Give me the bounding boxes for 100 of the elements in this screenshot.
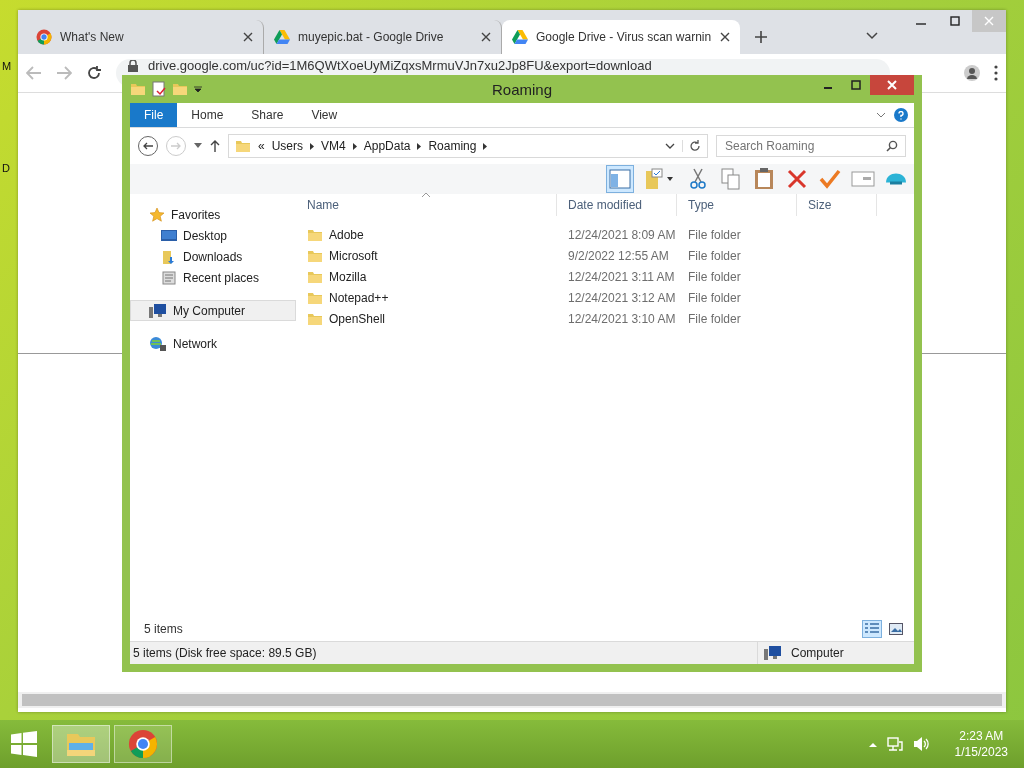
url-text: drive.google.com/uc?id=1M6QWtXoeUyMiZqxsMrmuVJn7xu2Jp8FU&export=download: [148, 59, 652, 73]
nav-label: Network: [173, 336, 217, 351]
file-name: Mozilla: [329, 269, 367, 284]
folder-check-icon: [644, 168, 674, 190]
recent-locations-icon[interactable]: [194, 143, 202, 149]
breadcrumb-arrow-icon[interactable]: [417, 142, 422, 150]
scissors-icon: [690, 168, 706, 190]
search-icon[interactable]: [886, 140, 898, 152]
ribbon-tab[interactable]: View: [297, 103, 352, 127]
search-field[interactable]: Search Roaming: [716, 135, 906, 157]
close-icon[interactable]: [481, 32, 491, 42]
help-icon[interactable]: [894, 108, 908, 122]
nav-item[interactable]: Recent places: [130, 267, 296, 288]
nav-item[interactable]: Favorites: [130, 204, 296, 225]
column-header[interactable]: Size: [797, 194, 877, 216]
file-row[interactable]: Notepad++ 12/24/2021 3:12 AM File folder: [296, 287, 914, 308]
breadcrumb-arrow-icon[interactable]: [352, 142, 357, 150]
nav-label: Desktop: [183, 228, 228, 243]
network-icon[interactable]: [886, 736, 903, 752]
horizontal-scrollbar[interactable]: [18, 692, 1006, 708]
file-menu-button[interactable]: File: [130, 103, 178, 127]
nav-item[interactable]: Downloads: [130, 246, 296, 267]
nav-item[interactable]: Network: [130, 333, 296, 354]
computer-icon: [149, 302, 167, 319]
file-name: Microsoft: [329, 248, 378, 263]
browser-tab[interactable]: Google Drive - Virus scan warnin: [502, 20, 740, 54]
tab-title: muyepic.bat - Google Drive: [298, 30, 445, 44]
view-button[interactable]: [886, 620, 906, 638]
address-bar[interactable]: « Users VM4 AppData Roaming: [228, 134, 708, 158]
close-icon: [984, 16, 994, 26]
nav-label: Recent places: [183, 270, 260, 285]
large-icons-view-icon: [889, 623, 903, 635]
column-header[interactable]: Date modified: [557, 194, 677, 216]
ribbon-tab[interactable]: Home: [177, 103, 238, 127]
star-icon: [149, 206, 165, 223]
checkmark-icon: [819, 169, 841, 189]
file-name: OpenShell: [329, 311, 386, 326]
arrow-left-icon: [143, 142, 153, 150]
maximize-icon[interactable]: [950, 16, 960, 26]
nav-label: Downloads: [183, 249, 243, 264]
column-header[interactable]: Type: [677, 194, 797, 216]
desktop-icon: [161, 228, 177, 243]
nav-label: Favorites: [171, 207, 221, 222]
drive-logo-icon: [274, 30, 290, 44]
volume-icon[interactable]: [912, 736, 931, 752]
nav-item[interactable]: Desktop: [130, 225, 296, 246]
clipboard-icon: [754, 168, 774, 190]
chevron-down-icon[interactable]: [876, 112, 886, 118]
details-view-icon: [865, 623, 879, 635]
date-modified: 12/24/2021 8:09 AM: [567, 227, 677, 242]
file-row[interactable]: Microsoft 9/2/2022 12:55 AM File folder: [296, 245, 914, 266]
breadcrumb-arrow-icon[interactable]: [310, 142, 315, 150]
file-name: Adobe: [329, 227, 364, 242]
dropdown-icon[interactable]: [194, 85, 202, 93]
up-icon[interactable]: [210, 140, 220, 152]
folder-icon: [130, 81, 146, 97]
refresh-icon[interactable]: [682, 140, 701, 152]
close-icon: [887, 80, 897, 90]
profile-icon[interactable]: [964, 65, 980, 81]
file-type: File folder: [687, 227, 742, 242]
folder-icon: [172, 81, 188, 97]
breadcrumb-item[interactable]: Users: [271, 139, 304, 153]
properties-icon[interactable]: [152, 81, 166, 97]
ribbon-tab[interactable]: Share: [237, 103, 298, 127]
download-folder-icon: [161, 248, 177, 265]
file-type: File folder: [687, 290, 742, 305]
taskbar-app[interactable]: [114, 725, 172, 763]
breadcrumb-item[interactable]: AppData: [363, 139, 411, 153]
new-tab-icon[interactable]: [754, 30, 768, 44]
file-type: File folder: [687, 248, 742, 263]
file-row[interactable]: Adobe 12/24/2021 8:09 AM File folder: [296, 224, 914, 245]
reload-icon[interactable]: [86, 65, 102, 81]
file-row[interactable]: Mozilla 12/24/2021 3:11 AM File folder: [296, 266, 914, 287]
file-row[interactable]: OpenShell 12/24/2021 3:10 AM File folder: [296, 308, 914, 329]
file-type: File folder: [687, 311, 742, 326]
desktop-icon-label[interactable]: D: [2, 162, 10, 174]
nav-item[interactable]: My Computer: [130, 300, 296, 321]
breadcrumb-item[interactable]: Roaming: [428, 139, 477, 153]
item-count: 5 items: [144, 622, 183, 636]
column-header[interactable]: Name: [296, 194, 557, 216]
date-modified: 12/24/2021 3:10 AM: [567, 311, 677, 326]
file-type: File folder: [687, 269, 742, 284]
maximize-icon[interactable]: [851, 80, 861, 90]
breadcrumb-item[interactable]: VM4: [321, 139, 346, 153]
network-icon: [149, 335, 167, 352]
chevron-up-icon[interactable]: [868, 741, 877, 747]
breadcrumb-overflow[interactable]: «: [258, 139, 265, 153]
date-modified: 12/24/2021 3:11 AM: [567, 269, 676, 284]
close-icon[interactable]: [243, 32, 253, 42]
menu-icon[interactable]: [994, 65, 998, 81]
browser-tab[interactable]: What's New: [26, 20, 264, 54]
close-icon[interactable]: [720, 32, 730, 42]
folder-icon: [235, 138, 251, 154]
breadcrumb-arrow-icon[interactable]: [483, 142, 488, 150]
file-name: Notepad++: [329, 290, 389, 305]
desktop-icon-label[interactable]: M: [2, 60, 12, 72]
chevron-down-icon[interactable]: [866, 32, 878, 40]
close-button[interactable]: [870, 75, 914, 95]
lock-icon: [128, 60, 138, 72]
chevron-down-icon[interactable]: [665, 143, 675, 149]
